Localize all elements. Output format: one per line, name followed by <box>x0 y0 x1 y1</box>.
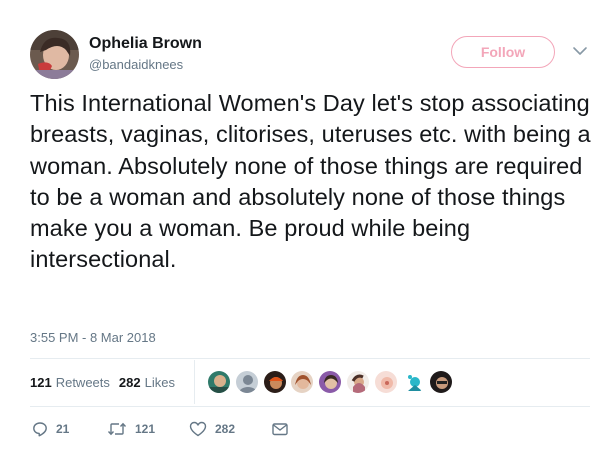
likes-label: Likes <box>144 374 175 390</box>
liker-avatar[interactable] <box>401 370 426 394</box>
envelope-icon <box>272 423 288 436</box>
avatar[interactable] <box>30 30 79 79</box>
liker-avatars <box>207 370 457 394</box>
follow-button[interactable]: Follow <box>451 36 555 68</box>
liker-avatar[interactable] <box>429 370 454 394</box>
retweets-label: Retweets <box>55 374 110 390</box>
tweet-actions: 21 121 282 <box>32 421 289 437</box>
tweet-text: This International Women's Day let's sto… <box>30 90 591 273</box>
tweet-stats: 121 Retweets 282 Likes <box>30 373 184 391</box>
retweets-count: 121 <box>30 374 52 390</box>
retweet-icon <box>107 422 127 436</box>
user-handle[interactable]: @bandaidknees <box>89 57 183 72</box>
likes-count: 282 <box>118 374 141 390</box>
user-display-name[interactable]: Ophelia Brown <box>89 35 202 53</box>
heart-icon <box>189 421 207 437</box>
reply-icon <box>33 422 47 437</box>
direct-message-button[interactable] <box>271 421 289 437</box>
liker-avatar[interactable] <box>345 370 370 394</box>
chevron-down-icon[interactable] <box>571 44 589 56</box>
divider <box>30 406 590 407</box>
liker-avatar[interactable] <box>290 370 315 394</box>
retweet-count: 121 <box>135 422 156 436</box>
retweet-button[interactable]: 121 <box>107 421 189 437</box>
reply-button[interactable]: 21 <box>32 421 107 437</box>
liker-avatar[interactable] <box>262 370 287 394</box>
liker-avatar[interactable] <box>234 370 259 394</box>
tweet-timestamp[interactable]: 3:55 PM - 8 Mar 2018 <box>30 330 156 345</box>
retweets-stat[interactable]: 121 Retweets <box>30 375 110 390</box>
reply-count: 21 <box>56 422 70 436</box>
divider <box>30 358 590 359</box>
like-count: 282 <box>215 422 236 436</box>
stats-separator <box>194 360 195 404</box>
profile-photo <box>30 30 79 79</box>
likes-stat[interactable]: 282 Likes <box>119 375 175 390</box>
liker-avatar[interactable] <box>318 370 343 394</box>
liker-avatar[interactable] <box>207 370 231 394</box>
liker-avatar[interactable] <box>373 370 398 394</box>
like-button[interactable]: 282 <box>189 421 271 437</box>
